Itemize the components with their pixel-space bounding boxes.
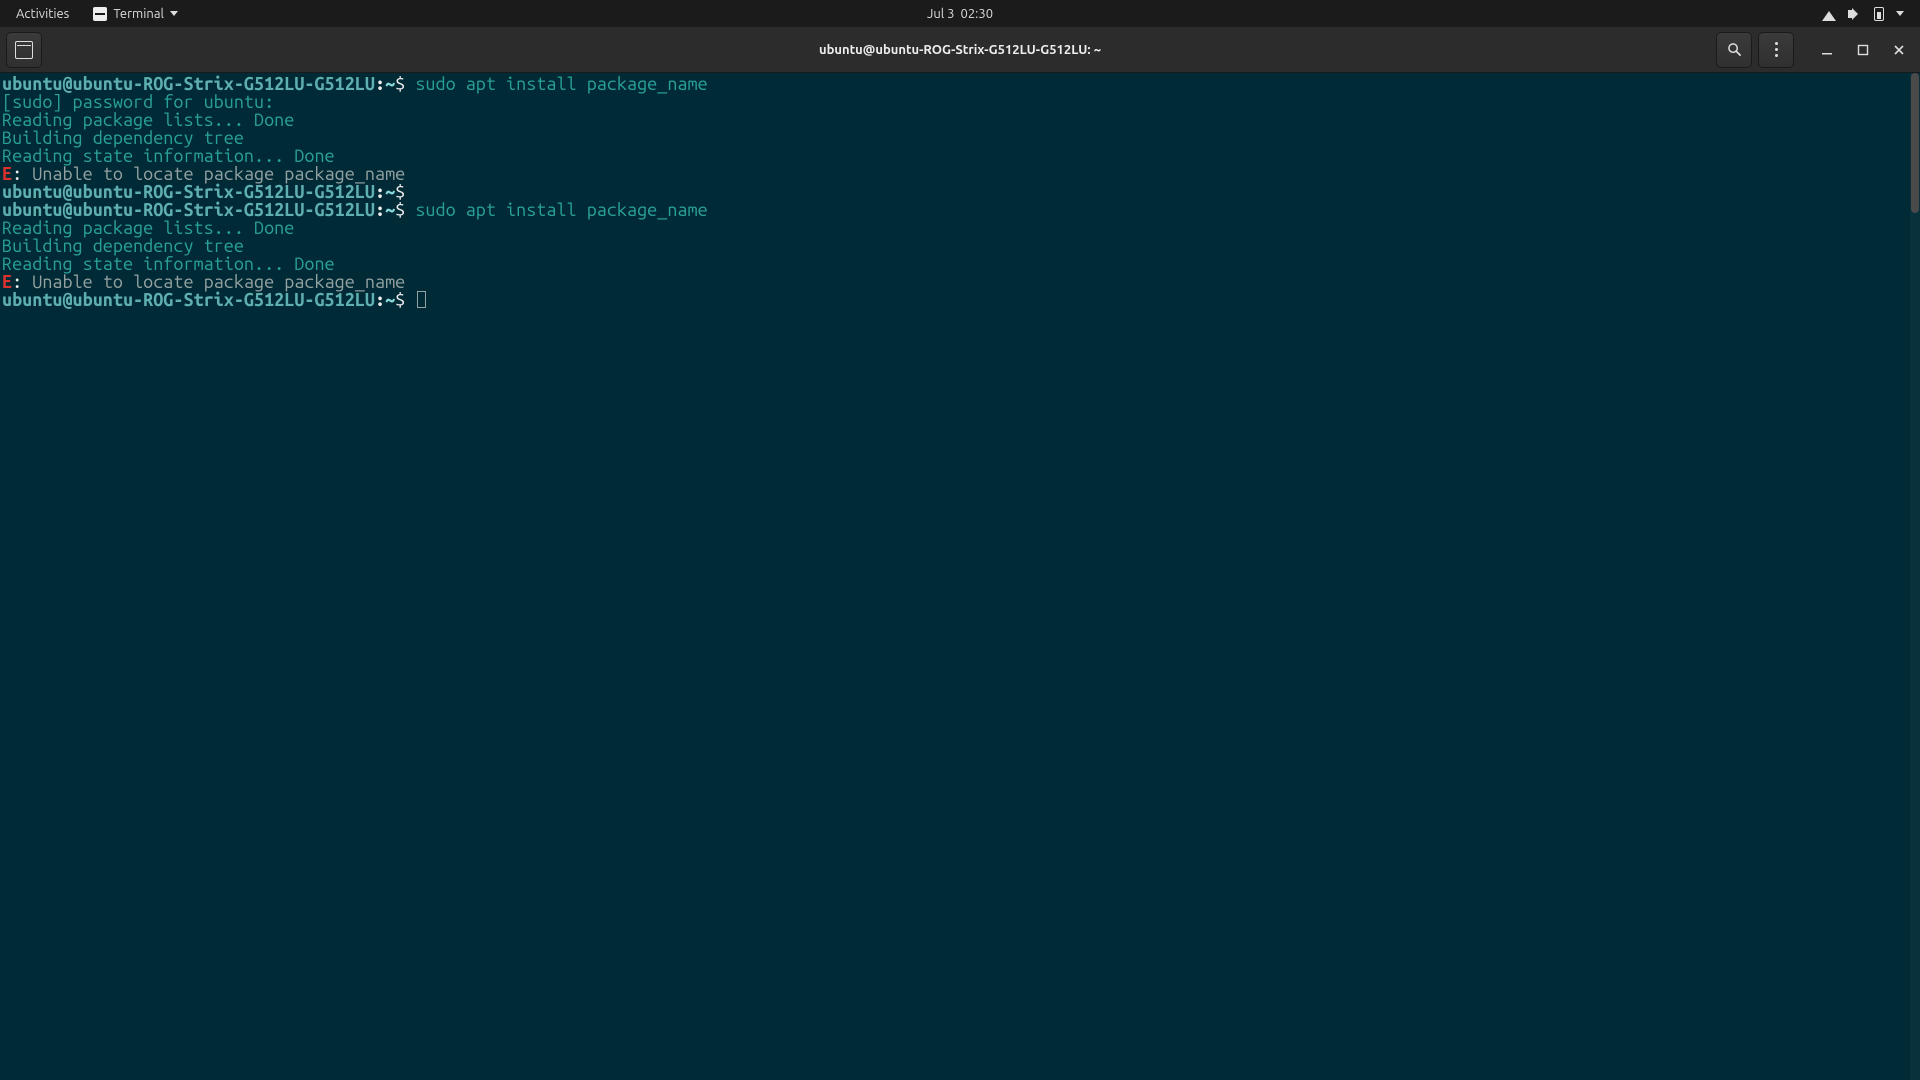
kebab-menu-icon [1775, 42, 1778, 57]
prompt-sep: : [375, 74, 385, 94]
prompt-path: ~ [385, 74, 395, 94]
hamburger-menu-button[interactable] [1758, 32, 1794, 68]
prompt-symbol: $ [395, 290, 405, 310]
output-line: [sudo] password for ubuntu: [2, 92, 284, 112]
battery-icon [1874, 7, 1884, 21]
error-tag: E [2, 272, 12, 292]
cmd-line-blank [405, 182, 415, 202]
app-menu-label: Terminal [113, 7, 164, 21]
cmd-line-1: sudo apt install package_name [405, 74, 707, 94]
prompt-path: ~ [385, 200, 395, 220]
terminal-output: ubuntu@ubuntu-ROG-Strix-G512LU-G512LU:~$… [0, 73, 1920, 311]
terminal-scrollbar[interactable] [1910, 73, 1920, 1080]
prompt-user-host: ubuntu@ubuntu-ROG-Strix-G512LU-G512LU [2, 74, 375, 94]
new-tab-button[interactable] [6, 32, 42, 68]
prompt-user-host: ubuntu@ubuntu-ROG-Strix-G512LU-G512LU [2, 290, 375, 310]
output-line: Reading package lists... Done [2, 110, 294, 130]
close-button[interactable] [1884, 35, 1914, 65]
output-line: Reading state information... Done [2, 146, 335, 166]
prompt-user-host: ubuntu@ubuntu-ROG-Strix-G512LU-G512LU [2, 182, 375, 202]
terminal-header-bar: ubuntu@ubuntu-ROG-Strix-G512LU-G512LU: ~ [0, 27, 1920, 73]
prompt-sep: : [375, 200, 385, 220]
minimize-button[interactable] [1812, 35, 1842, 65]
output-line: Building dependency tree [2, 128, 314, 148]
error-body: Unable to locate package package_name [32, 164, 405, 184]
system-status-area[interactable] [1814, 3, 1912, 25]
maximize-icon [1857, 44, 1869, 56]
output-line: Reading state information... Done [2, 254, 335, 274]
activities-button[interactable]: Activities [8, 3, 77, 25]
prompt-path: ~ [385, 290, 395, 310]
error-sep: : [12, 272, 32, 292]
prompt-sep: : [375, 182, 385, 202]
minimize-icon [1821, 44, 1833, 56]
output-line: Reading package lists... Done [2, 218, 294, 238]
close-icon [1893, 44, 1905, 56]
gnome-top-bar: Activities Terminal Jul 3 02:30 [0, 0, 1920, 27]
scrollbar-thumb[interactable] [1911, 73, 1919, 213]
maximize-button[interactable] [1848, 35, 1878, 65]
prompt-symbol: $ [395, 182, 405, 202]
error-body: Unable to locate package package_name [32, 272, 405, 292]
prompt-symbol: $ [395, 74, 405, 94]
volume-icon [1848, 7, 1862, 21]
terminal-cursor [417, 291, 426, 308]
terminal-app-icon [93, 7, 107, 21]
new-tab-icon [15, 41, 33, 59]
terminal-viewport[interactable]: ubuntu@ubuntu-ROG-Strix-G512LU-G512LU:~$… [0, 73, 1920, 1080]
clock-date: Jul 3 [927, 7, 955, 21]
search-icon [1727, 42, 1742, 57]
app-menu-button[interactable]: Terminal [85, 3, 186, 25]
network-icon [1822, 11, 1836, 21]
output-line: Building dependency tree [2, 236, 314, 256]
activities-label: Activities [16, 7, 69, 21]
dropdown-caret-icon [170, 11, 178, 16]
search-button[interactable] [1716, 32, 1752, 68]
prompt-user-host: ubuntu@ubuntu-ROG-Strix-G512LU-G512LU [2, 200, 375, 220]
prompt-symbol: $ [395, 200, 405, 220]
error-tag: E [2, 164, 12, 184]
window-title: ubuntu@ubuntu-ROG-Strix-G512LU-G512LU: ~ [819, 43, 1101, 57]
clock-time: 02:30 [961, 7, 994, 21]
cmd-line-2: sudo apt install package_name [405, 200, 707, 220]
power-caret-icon [1896, 11, 1904, 16]
prompt-path: ~ [385, 182, 395, 202]
clock-button[interactable]: Jul 3 02:30 [919, 3, 1001, 25]
error-sep: : [12, 164, 32, 184]
prompt-sep: : [375, 290, 385, 310]
